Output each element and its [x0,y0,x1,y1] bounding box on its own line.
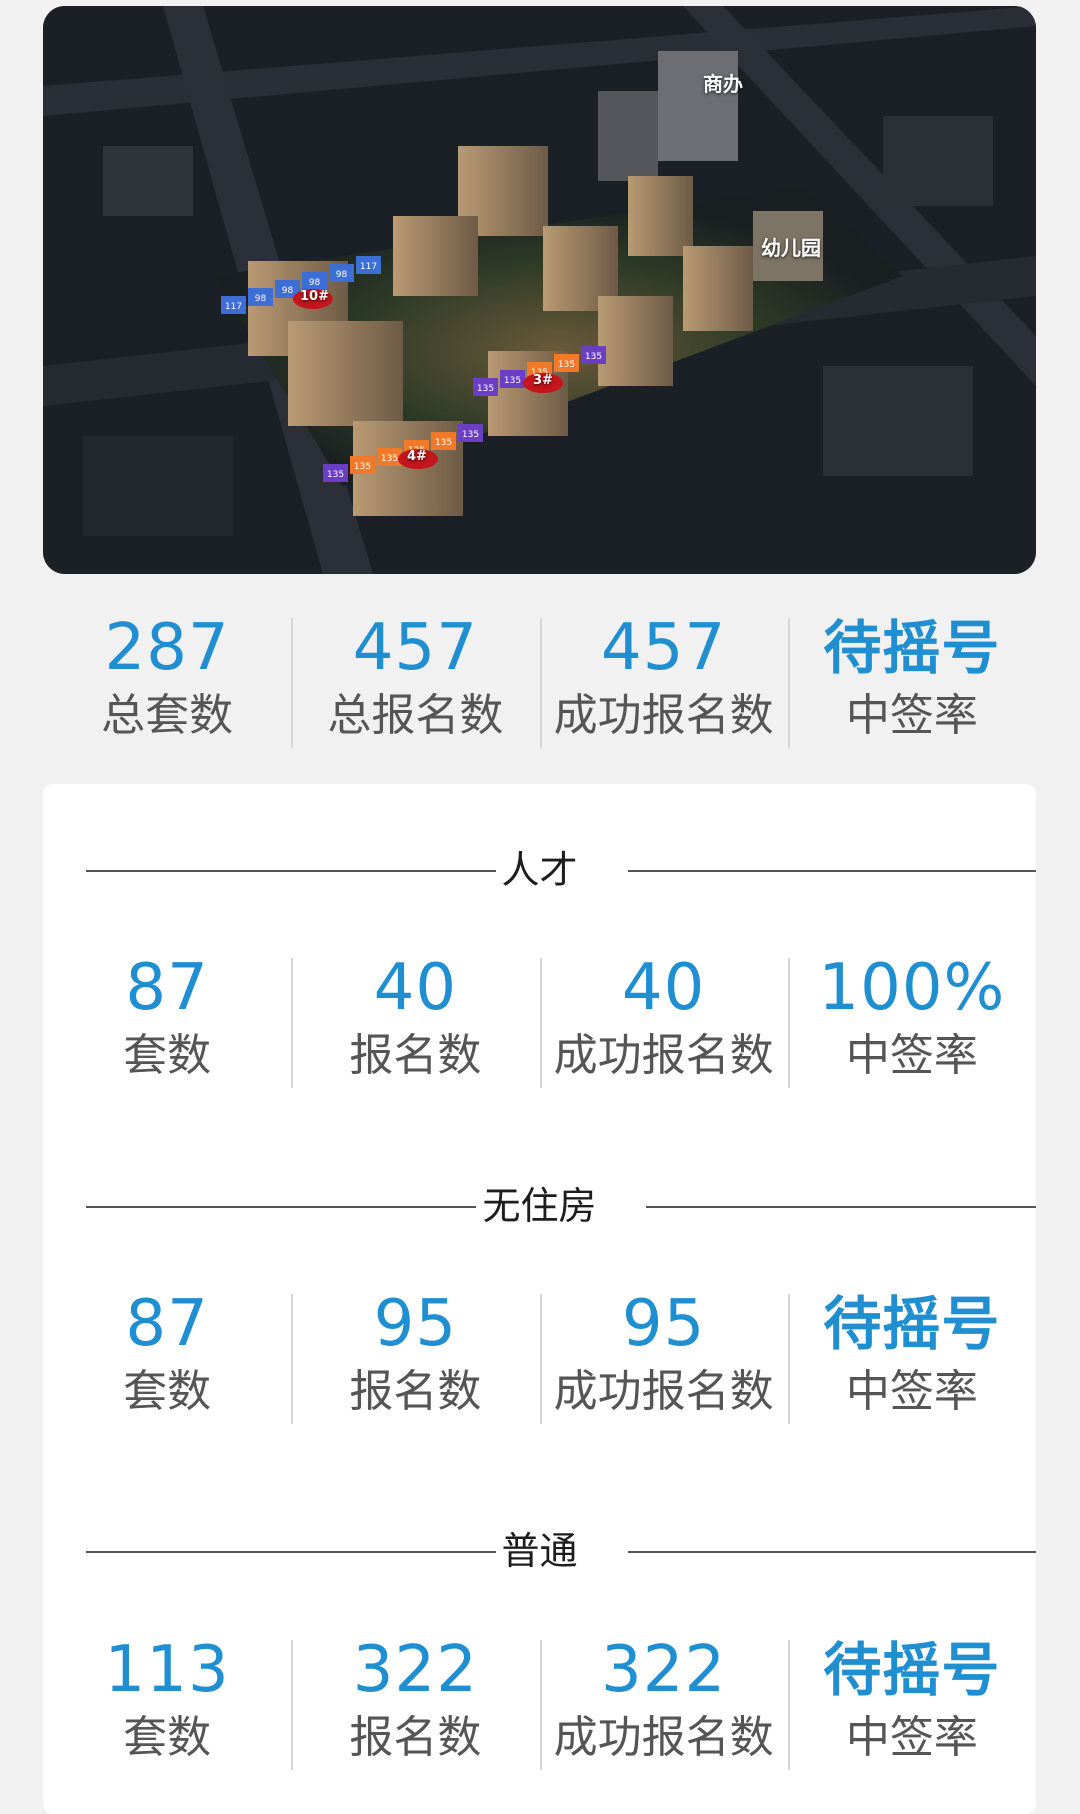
talent-stats: 87 套数 40 报名数 40 成功报名数 100% 中签率 [43,948,1036,1098]
unit-tag-label: 135 [462,430,479,440]
aerial-rendering-image: 117 98 98 98 98 117 135 135 135 135 135 135 135 135… [43,6,1036,574]
unit-tag-label: 98 [309,278,321,288]
stat-value: 40 [621,951,706,1025]
stat-registrations: 40 报名数 [291,948,539,1098]
stat-total-registrations: 457 总报名数 [291,608,539,758]
stat-label: 中签率 [845,1030,978,1081]
section-title: 人才 [501,848,578,892]
map-label-kindergarten: 幼儿园 [761,236,821,260]
map-label-building-4: 4# [407,449,427,464]
unit-tag-label: 135 [585,352,602,362]
stat-label: 报名数 [349,1030,482,1081]
stat-successful-registrations: 40 成功报名数 [539,948,788,1098]
stat-value: 113 [104,1633,230,1707]
stat-label: 总报名数 [327,690,504,741]
section-title: 无住房 [482,1184,597,1228]
stat-registrations: 322 报名数 [291,1630,539,1780]
ordinary-stats: 113 套数 322 报名数 322 成功报名数 待摇号 中签率 [43,1630,1036,1780]
stat-units: 87 套数 [43,948,291,1098]
stat-label: 套数 [123,1030,212,1081]
unit-tag-label: 135 [558,360,575,370]
section-title: 普通 [501,1529,578,1573]
stat-winning-rate: 待摇号 中签率 [787,1630,1036,1780]
stat-successful-registrations: 95 成功报名数 [539,1284,788,1434]
stat-label: 成功报名数 [553,1030,774,1081]
stat-label: 套数 [123,1712,212,1763]
stat-value: 95 [621,1287,706,1361]
unit-tag-label: 117 [360,262,377,272]
summary-stats: 287 总套数 457 总报名数 457 成功报名数 待摇号 中签率 [43,608,1036,758]
stat-value: 40 [373,951,458,1025]
stat-value: 457 [601,611,727,685]
stat-value: 100% [818,951,1006,1025]
unit-tag-label: 135 [354,462,371,472]
stat-registrations: 95 报名数 [291,1284,539,1434]
stat-value: 待摇号 [823,614,1001,682]
unit-tag-label: 135 [381,454,398,464]
stat-total-units: 287 总套数 [43,608,291,758]
stat-value: 87 [125,1287,209,1361]
unit-tag-label: 117 [225,302,242,312]
no-housing-stats: 87 套数 95 报名数 95 成功报名数 待摇号 中签率 [43,1284,1036,1434]
stat-label: 成功报名数 [553,1712,774,1763]
map-label-commercial: 商办 [703,72,743,96]
unit-tag-label: 135 [477,384,494,394]
stat-label: 中签率 [845,1712,978,1763]
stat-value: 待摇号 [823,1290,1001,1358]
stat-label: 成功报名数 [553,690,774,741]
stat-units: 87 套数 [43,1284,291,1434]
unit-tag-label: 135 [435,438,452,448]
section-header-no-housing: 无住房 [43,1176,1036,1236]
stat-value: 457 [352,611,478,685]
stat-value: 322 [352,1633,478,1707]
unit-tag-label: 135 [327,470,344,480]
section-header-talent: 人才 [43,840,1036,900]
stat-label: 中签率 [845,690,978,741]
stat-label: 中签率 [845,1366,978,1417]
stat-value: 322 [601,1633,727,1707]
stat-label: 总套数 [101,690,234,741]
stat-winning-rate: 100% 中签率 [787,948,1036,1098]
unit-tag-label: 98 [255,294,267,304]
section-header-ordinary: 普通 [43,1521,1036,1581]
unit-tag-label: 135 [504,376,521,386]
unit-tag-label: 98 [336,270,348,280]
stat-winning-rate: 待摇号 中签率 [787,1284,1036,1434]
stat-successful-registrations: 457 成功报名数 [539,608,788,758]
map-label-building-3: 3# [533,373,553,388]
map-label-building-10: 10# [300,289,329,304]
stat-successful-registrations: 322 成功报名数 [539,1630,788,1780]
stat-label: 套数 [123,1366,212,1417]
stat-value: 待摇号 [823,1636,1001,1704]
stat-units: 113 套数 [43,1630,291,1780]
stat-value: 287 [104,611,230,685]
stat-label: 成功报名数 [553,1366,774,1417]
stat-value: 87 [125,951,209,1025]
stat-label: 报名数 [349,1712,482,1763]
unit-tag-label: 98 [282,286,294,296]
stat-winning-rate: 待摇号 中签率 [787,608,1036,758]
stat-label: 报名数 [349,1366,482,1417]
aerial-rendering-drawing: 117 98 98 98 98 117 135 135 135 135 135 135 135 135… [43,6,1036,574]
stat-value: 95 [373,1287,458,1361]
